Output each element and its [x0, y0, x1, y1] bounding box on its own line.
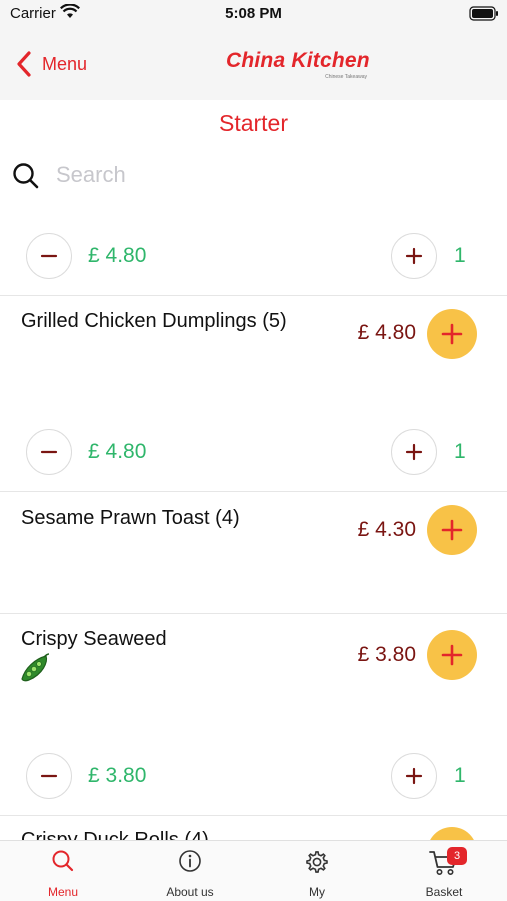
plus-icon: [405, 247, 423, 265]
add-to-basket-button[interactable]: [427, 630, 477, 680]
nav-bar: Menu China Kitchen Chinese Takeaway: [0, 28, 507, 100]
plus-icon: [441, 519, 463, 541]
decrease-button[interactable]: [26, 429, 72, 475]
plus-icon: [405, 767, 423, 785]
quantity-row: £ 3.80 1: [0, 748, 507, 804]
divider: [0, 815, 507, 816]
tab-basket[interactable]: Basket: [381, 841, 507, 901]
tab-bar: Menu About us My Basket: [0, 840, 507, 901]
decrease-button[interactable]: [26, 233, 72, 279]
quantity-price: £ 3.80: [88, 764, 147, 787]
divider: [0, 491, 507, 492]
divider: [0, 295, 507, 296]
brand-subtitle: Chinese Takeaway: [325, 74, 367, 80]
status-bar: Carrier 5:08 PM: [0, 0, 507, 28]
tab-label: Menu: [47, 885, 79, 899]
search-bar: [12, 158, 492, 194]
chevron-left-icon: [17, 51, 31, 77]
search-icon: [13, 163, 39, 189]
item-price: £ 4.30: [357, 518, 416, 541]
item-name: Sesame Prawn Toast (4): [21, 507, 240, 529]
brand-name: China Kitchen: [226, 49, 370, 72]
tab-about-us[interactable]: About us: [127, 841, 253, 901]
back-label: Menu: [42, 53, 88, 74]
section-title: Starter: [218, 110, 289, 136]
minus-icon: [40, 774, 58, 778]
tab-my[interactable]: My: [254, 841, 380, 901]
tab-label: My: [309, 885, 325, 899]
minus-icon: [40, 450, 58, 454]
quantity-price: £ 4.80: [88, 440, 147, 463]
plus-icon: [441, 323, 463, 345]
minus-icon: [40, 254, 58, 258]
quantity-count: 1: [454, 764, 466, 787]
basket-count-badge: 3: [447, 847, 467, 865]
plus-icon: [405, 443, 423, 461]
gear-icon: [306, 851, 328, 873]
item-price: £ 3.80: [357, 643, 416, 666]
item-price: £ 4.80: [357, 321, 416, 344]
decrease-button[interactable]: [26, 753, 72, 799]
status-time: 5:08 PM: [225, 5, 282, 22]
increase-button[interactable]: [391, 753, 437, 799]
tab-menu[interactable]: Menu: [0, 841, 126, 901]
quantity-row: £ 4.80 1: [0, 424, 507, 480]
vegetarian-pea-icon: [21, 653, 50, 682]
quantity-price: £ 4.80: [88, 244, 147, 267]
item-name: Crispy Seaweed: [21, 628, 167, 650]
tab-label: About us: [166, 885, 214, 899]
battery-icon: [469, 6, 498, 21]
info-icon: [179, 850, 201, 872]
back-button[interactable]: Menu: [16, 48, 87, 80]
quantity-count: 1: [454, 244, 466, 267]
add-to-basket-button[interactable]: [427, 309, 477, 359]
increase-button[interactable]: [391, 233, 437, 279]
increase-button[interactable]: [391, 429, 437, 475]
search-input[interactable]: [56, 158, 476, 192]
plus-icon: [441, 644, 463, 666]
item-name: Grilled Chicken Dumplings (5): [21, 310, 287, 332]
quantity-row: £ 4.80 1: [0, 228, 507, 284]
add-to-basket-button[interactable]: [427, 505, 477, 555]
search-icon: [52, 850, 74, 872]
brand-logo: China Kitchen Chinese Takeaway: [226, 50, 371, 82]
quantity-count: 1: [454, 440, 466, 463]
tab-label: Basket: [425, 885, 463, 899]
divider: [0, 613, 507, 614]
